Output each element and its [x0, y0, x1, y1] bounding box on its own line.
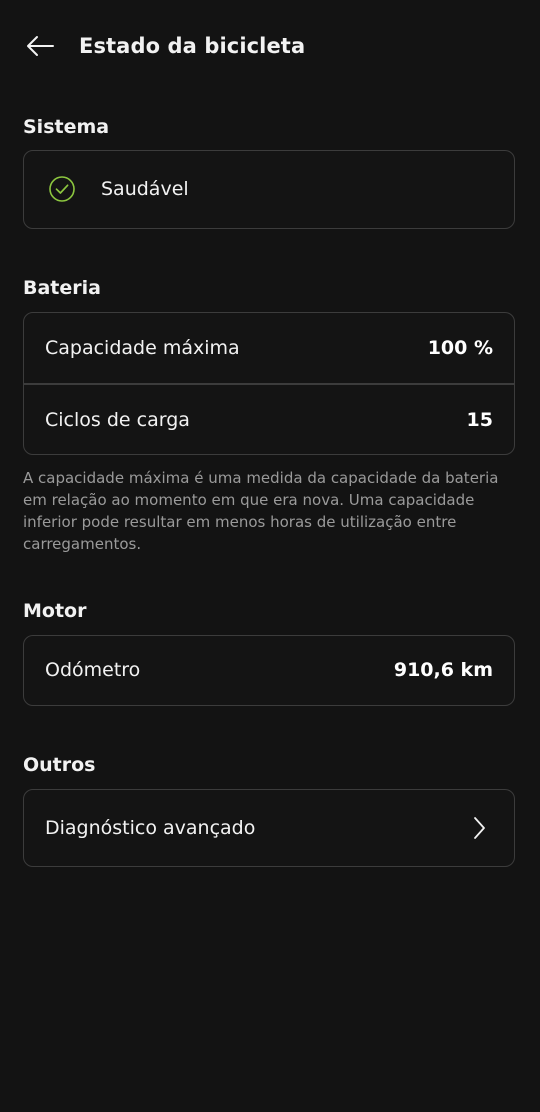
back-button[interactable]	[22, 30, 58, 62]
top-app-bar: Estado da bicicleta	[0, 0, 540, 92]
system-status-label: Saudável	[101, 178, 189, 200]
system-status-row: Saudável	[24, 151, 514, 227]
battery-capacity-row: Capacidade máxima 100 %	[24, 313, 514, 383]
motor-card: Odómetro 910,6 km	[23, 635, 515, 706]
section-title-outros: Outros	[23, 754, 96, 776]
battery-capacity-value: 100 %	[427, 337, 493, 359]
section-title-motor: Motor	[23, 600, 87, 622]
odometer-label: Odómetro	[45, 659, 141, 681]
arrow-left-icon	[27, 36, 54, 56]
page-title: Estado da bicicleta	[79, 34, 306, 58]
section-title-bateria: Bateria	[23, 277, 101, 299]
advanced-diagnostics-card[interactable]: Diagnóstico avançado	[23, 789, 515, 867]
system-status-card: Saudável	[23, 150, 515, 229]
advanced-diagnostics-label: Diagnóstico avançado	[45, 816, 256, 839]
advanced-diagnostics-row[interactable]: Diagnóstico avançado	[24, 790, 514, 865]
battery-card: Capacidade máxima 100 % Ciclos de carga …	[23, 312, 515, 455]
section-title-sistema: Sistema	[23, 116, 110, 138]
odometer-row: Odómetro 910,6 km	[24, 636, 514, 704]
odometer-value: 910,6 km	[393, 659, 493, 681]
charge-cycles-value: 15	[466, 408, 493, 431]
charge-cycles-row: Ciclos de carga 15	[24, 385, 514, 455]
charge-cycles-label: Ciclos de carga	[45, 408, 190, 431]
battery-note: A capacidade máxima é uma medida da capa…	[23, 469, 499, 553]
chevron-right-icon	[474, 816, 485, 839]
battery-capacity-label: Capacidade máxima	[45, 337, 240, 359]
check-circle-icon	[48, 175, 76, 203]
